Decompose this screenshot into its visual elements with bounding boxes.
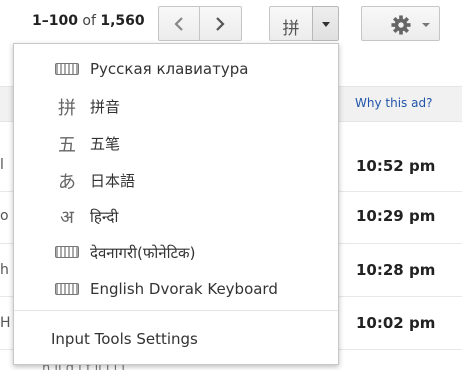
why-this-ad-link[interactable]: Why this ad? [355,96,432,110]
menu-item-wubi[interactable]: 五 五笔 [14,125,338,159]
menu-item-russian-keyboard[interactable]: Русская клавиатура [14,52,338,86]
keyboard-icon [55,63,79,75]
chevron-right-icon [216,17,225,31]
chevron-left-icon [174,17,183,31]
row-time: 10:29 pm [356,207,436,225]
menu-item-label: देवनागरी(फोनेटिक) [90,244,196,262]
row-time: 10:52 pm [356,157,436,175]
row-fragment: H [0,315,11,331]
menu-divider [14,310,338,311]
row-fragment: h [0,262,9,278]
menu-item-devanagari-phonetic[interactable]: देवनागरी(फोनेटिक) [14,235,338,269]
range-label: 1–100 [32,13,78,29]
input-tools-settings-item[interactable]: Input Tools Settings [51,330,198,348]
menu-item-hindi[interactable]: अ हिन्दी [14,199,338,233]
page-counter: 1–100 of 1,560 [32,13,145,29]
caret-down-icon [322,22,330,27]
pinyin-icon: 拼 [58,98,76,119]
wubi-icon: 五 [58,135,76,156]
caret-down-icon [422,23,430,27]
newer-button[interactable] [158,6,200,41]
menu-item-label: Русская клавиатура [90,60,249,78]
menu-item-label: 日本語 [90,172,136,190]
hiragana-icon: あ [58,172,76,193]
gear-icon [391,15,411,35]
keyboard-icon [55,246,79,258]
row-time: 10:28 pm [356,261,436,279]
row-time: 10:02 pm [356,314,436,332]
row-fragment: o [0,208,9,224]
input-tool-toggle-button[interactable]: 拼 [269,6,313,41]
ime-current-glyph: 拼 [282,19,300,39]
input-tool-dropdown-button[interactable] [312,6,339,41]
menu-item-label: 五笔 [90,135,121,153]
menu-item-label: English Dvorak Keyboard [90,280,278,298]
menu-item-pinyin[interactable]: 拼 拼音 [14,88,338,122]
menu-item-japanese[interactable]: あ 日本語 [14,162,338,196]
menu-item-english-dvorak[interactable]: English Dvorak Keyboard [14,272,338,306]
keyboard-icon [55,283,79,295]
menu-item-label: हिन्दी [90,208,119,226]
total-label: 1,560 [100,13,145,29]
row-fragment: l [0,157,4,173]
older-button[interactable] [199,6,242,41]
devanagari-icon: अ [60,207,74,228]
of-label: of [82,13,96,29]
settings-button[interactable] [361,6,440,41]
input-tools-menu: Русская клавиатура 拼 拼音 五 五笔 あ 日本語 अ हिन… [13,43,339,365]
menu-item-label: 拼音 [90,98,121,116]
